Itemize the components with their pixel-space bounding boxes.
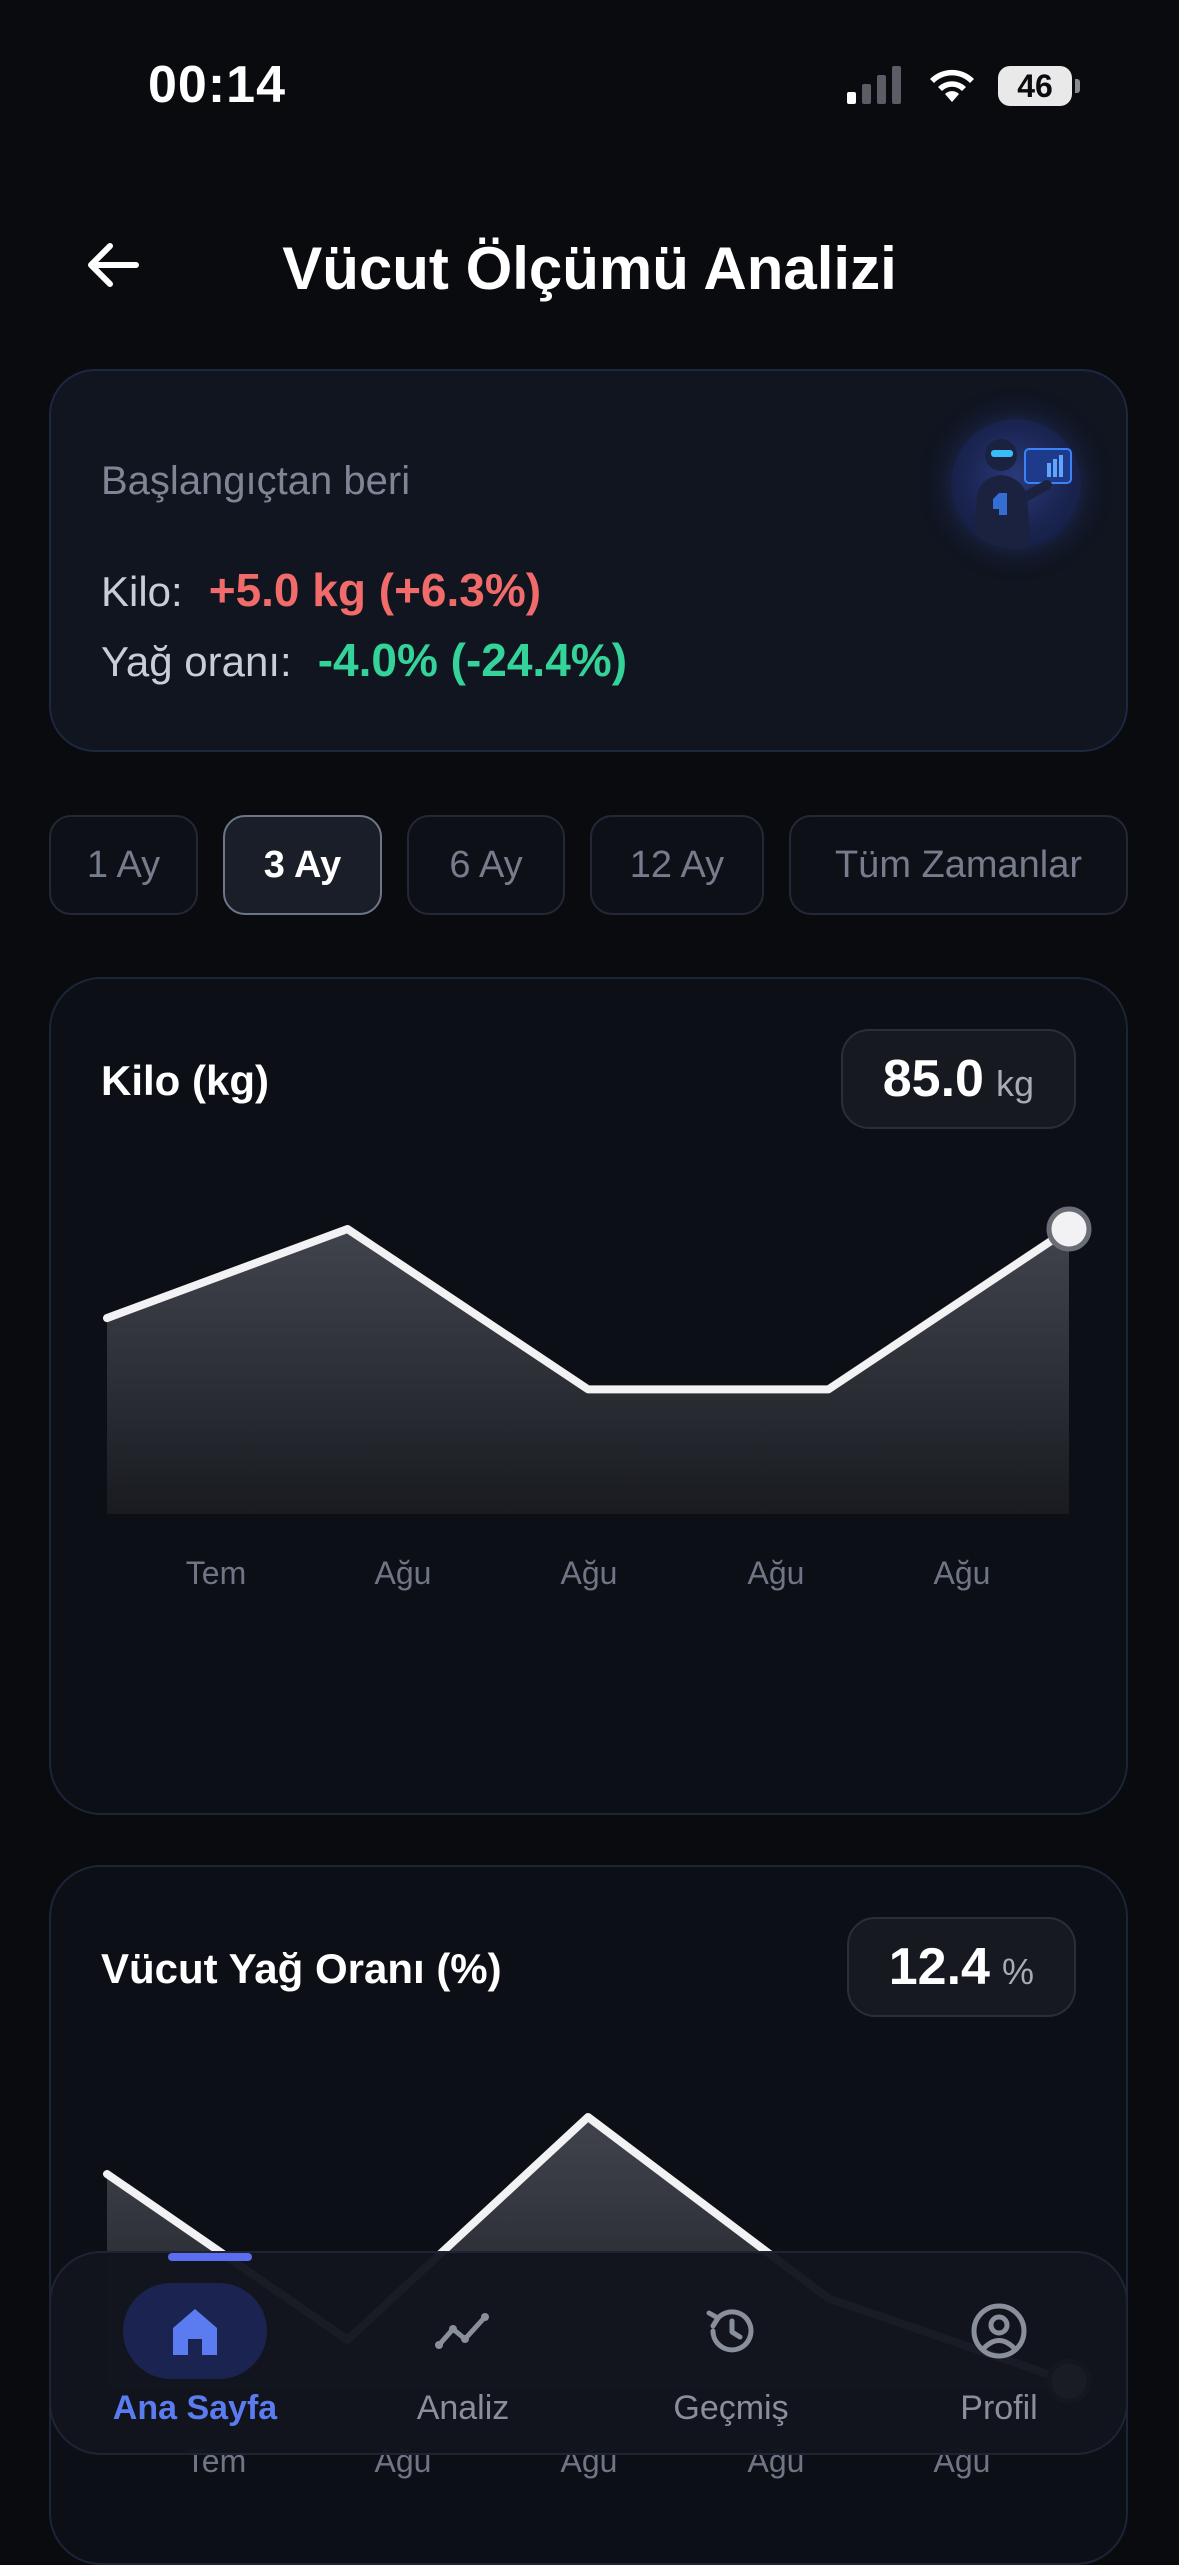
filter-12-months[interactable]: 12 Ay [590, 815, 764, 915]
nav-home-label: Ana Sayfa [112, 2389, 278, 2427]
fat-change-value: -4.0% (-24.4%) [317, 634, 628, 686]
weight-chart: Tem Ağu Ağu Ağu Ağu [103, 1206, 1092, 1591]
battery-level: 46 [998, 66, 1072, 106]
nav-analysis-label: Analiz [416, 2389, 510, 2427]
time-range-filters: 1 Ay 3 Ay 6 Ay 12 Ay Tüm Zamanlar [49, 815, 1128, 915]
chart-current-point[interactable] [1046, 1206, 1092, 1252]
avatar [951, 419, 1081, 549]
nav-profile-label: Profil [960, 2389, 1038, 2427]
wifi-icon [930, 69, 974, 102]
weight-change-label: Kilo: [101, 568, 183, 615]
home-icon [173, 2309, 217, 2355]
weight-change-value: +5.0 kg (+6.3%) [208, 564, 542, 616]
x-tick-label: Tem [186, 1555, 246, 1591]
status-time: 00:14 [148, 56, 286, 114]
nav-home[interactable]: Ana Sayfa [75, 2253, 315, 2453]
x-tick-label: Ağu [934, 1555, 991, 1591]
bottom-navigation: Ana Sayfa Analiz Geçmiş Profil [49, 2251, 1128, 2455]
history-icon [706, 2309, 754, 2353]
header: Vücut Ölçümü Analizi [0, 200, 1179, 340]
nav-history-label: Geçmiş [673, 2389, 789, 2427]
filter-3-months[interactable]: 3 Ay [223, 815, 382, 915]
x-tick-label: Ağu [748, 1555, 805, 1591]
filter-all-time[interactable]: Tüm Zamanlar [789, 815, 1128, 915]
weight-change-row: Kilo: +5.0 kg (+6.3%) [101, 563, 541, 617]
fat-chart: Tem Ağu Ağu Ağu Ağu [103, 2113, 1092, 2479]
x-tick-label: Ağu [375, 1555, 432, 1591]
status-bar: 00:14 46 [0, 0, 1179, 170]
summary-subtitle: Başlangıçtan beri [101, 459, 411, 503]
fat-change-row: Yağ oranı: -4.0% (-24.4%) [101, 633, 627, 687]
trend-icon [435, 2313, 489, 2349]
nav-profile[interactable]: Profil [879, 2253, 1119, 2453]
battery-icon: 46 [998, 64, 1080, 108]
x-tick-label: Ağu [561, 1555, 618, 1591]
robot-avatar-icon [973, 439, 1072, 549]
summary-card: Başlangıçtan beri Kilo: +5.0 kg (+6.3%) Y… [49, 369, 1128, 752]
nav-history[interactable]: Geçmiş [611, 2253, 851, 2453]
filter-6-months[interactable]: 6 Ay [407, 815, 565, 915]
filter-1-month[interactable]: 1 Ay [49, 815, 198, 915]
cellular-signal-icon [847, 66, 901, 104]
profile-icon [971, 2303, 1027, 2359]
page-title: Vücut Ölçümü Analizi [282, 235, 897, 302]
chart-area-fill [107, 1229, 1069, 1514]
weight-chart-card: Kilo (kg) 85.0 kg Tem Ağu Ağu Ağu Ağu [49, 977, 1128, 1815]
fat-change-label: Yağ oranı: [101, 638, 292, 685]
fat-chart-card: Vücut Yağ Oranı (%) 12.4% Tem Ağu Ağu Ağu Ağ… [49, 1865, 1128, 2565]
nav-analysis[interactable]: Analiz [343, 2253, 583, 2453]
active-indicator [168, 2253, 252, 2261]
